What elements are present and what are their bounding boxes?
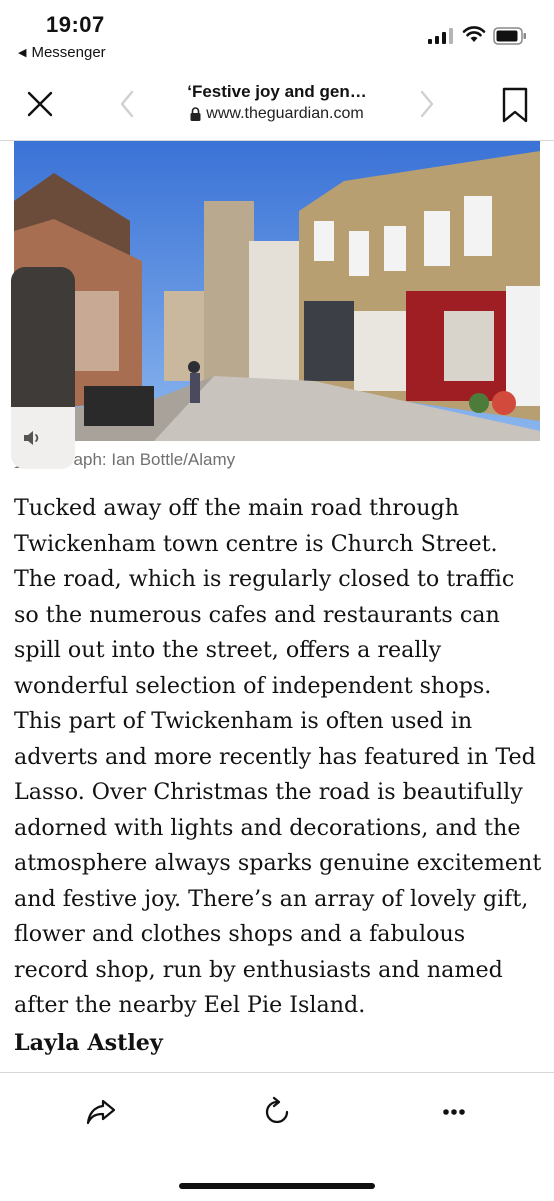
lock-icon xyxy=(190,107,201,121)
back-triangle-icon: ◀ xyxy=(18,47,27,59)
status-time: 19:07 xyxy=(46,12,105,37)
back-app-label: Messenger xyxy=(31,44,106,61)
page-title: ‘Festive joy and gen… xyxy=(187,82,367,101)
reload-icon[interactable] xyxy=(260,1095,294,1129)
more-icon[interactable] xyxy=(437,1095,471,1129)
author-name: Layla Astley xyxy=(14,1030,163,1056)
cellular-signal-icon xyxy=(428,28,453,44)
back-chevron-icon[interactable] xyxy=(114,84,142,124)
close-icon[interactable] xyxy=(20,84,60,124)
status-bar: 19:07 ◀ Messenger xyxy=(0,0,554,70)
speaker-icon xyxy=(24,431,39,445)
article-paragraph: Tucked away off the main road through Tw… xyxy=(14,495,542,1018)
wifi-icon xyxy=(462,26,486,42)
browser-header: ‘Festive joy and gen… www.theguardian.co… xyxy=(0,70,554,141)
article-body: Tucked away off the main road through Tw… xyxy=(14,491,544,1024)
article-photo xyxy=(14,141,540,441)
back-to-app-link[interactable]: ◀ Messenger xyxy=(18,44,106,61)
battery-icon xyxy=(493,27,526,45)
share-icon[interactable] xyxy=(84,1095,118,1129)
bookmark-icon[interactable] xyxy=(498,86,532,124)
url-display[interactable]: www.theguardian.com xyxy=(150,105,404,123)
home-indicator xyxy=(179,1183,375,1189)
url-text: www.theguardian.com xyxy=(206,105,364,122)
volume-track xyxy=(11,267,75,407)
bottom-toolbar xyxy=(0,1072,554,1201)
forward-chevron-icon[interactable] xyxy=(412,84,440,124)
